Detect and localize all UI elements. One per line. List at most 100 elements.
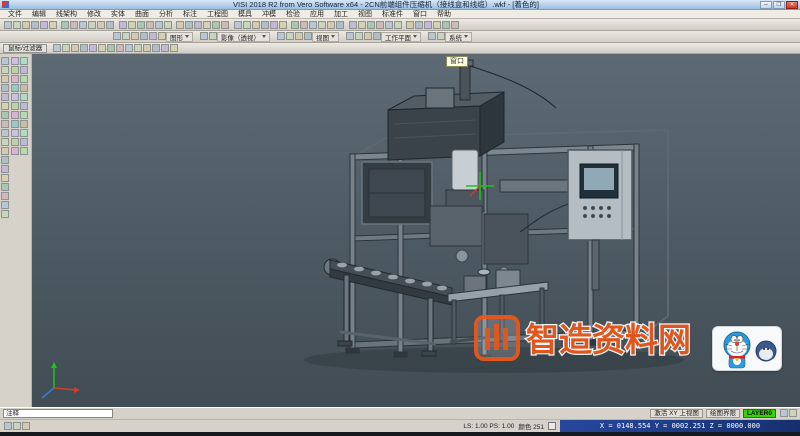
window-select-icon[interactable] [1, 66, 9, 74]
rotate-view-icon[interactable] [176, 21, 184, 29]
mouse-select-icon[interactable] [53, 44, 61, 52]
view-tools-icon[interactable] [1, 183, 9, 191]
analysis-tools-icon[interactable] [1, 174, 9, 182]
menu-item-6[interactable]: 分析 [154, 10, 178, 19]
draw-spline-icon[interactable] [349, 21, 357, 29]
filter-line-icon[interactable] [71, 44, 79, 52]
point-snap-icon[interactable] [252, 21, 260, 29]
undo-icon[interactable] [79, 21, 87, 29]
filter-curve-icon[interactable] [89, 44, 97, 52]
wireframe-mode-icon[interactable] [203, 21, 211, 29]
select-all-icon[interactable] [106, 21, 114, 29]
workplane-xy-icon[interactable] [346, 32, 354, 40]
active-layer-badge[interactable]: LAYER0 [743, 409, 776, 418]
perspective-toggle-icon[interactable] [209, 32, 217, 40]
extrude-solid-icon[interactable] [11, 57, 19, 65]
workplane-xz-icon[interactable] [355, 32, 363, 40]
fillet-entity-icon[interactable] [442, 21, 450, 29]
print-icon[interactable] [31, 21, 39, 29]
save-file-icon[interactable] [22, 21, 30, 29]
draft-face-icon[interactable] [11, 120, 19, 128]
active-color-chip[interactable] [548, 422, 556, 430]
boolean-intersect-icon[interactable] [20, 84, 28, 92]
scale-entity-icon[interactable] [406, 21, 414, 29]
draw-line-icon[interactable] [300, 21, 308, 29]
entity-visibility-icon[interactable] [131, 32, 139, 40]
offset-surface-icon[interactable] [20, 129, 28, 137]
rotate-entity-icon[interactable] [394, 21, 402, 29]
filter-arc-icon[interactable] [80, 44, 88, 52]
layer-manager-icon[interactable] [234, 21, 242, 29]
ortho-indicator-icon[interactable] [22, 422, 30, 430]
shaded-render-icon[interactable] [200, 32, 208, 40]
system-options-icon[interactable] [428, 32, 436, 40]
pointer-select-icon[interactable] [1, 57, 9, 65]
boss-feature-icon[interactable] [11, 111, 19, 119]
patch-surface-icon[interactable] [11, 138, 19, 146]
line-style-icon[interactable] [789, 409, 797, 417]
render-tools-icon[interactable] [1, 192, 9, 200]
system-group-dropdown[interactable]: 系统 [445, 32, 472, 42]
solid-chamfer-icon[interactable] [20, 93, 28, 101]
menu-item-12[interactable]: 应用 [305, 10, 329, 19]
grid-snap-icon[interactable] [243, 21, 251, 29]
filter-solid-icon[interactable] [107, 44, 115, 52]
macro-tools-icon[interactable] [1, 201, 9, 209]
boolean-subtract-icon[interactable] [11, 84, 19, 92]
cut-icon[interactable] [49, 21, 57, 29]
isolate-icon[interactable] [158, 32, 166, 40]
solid-tools-icon[interactable] [1, 102, 9, 110]
delete-icon[interactable] [97, 21, 105, 29]
views-group-dropdown[interactable]: 视图 [312, 32, 339, 42]
assembly-tools-icon[interactable] [1, 120, 9, 128]
refresh-view-icon[interactable] [185, 21, 193, 29]
menu-item-5[interactable]: 曲面 [130, 10, 154, 19]
midpoint-snap-icon[interactable] [261, 21, 269, 29]
menu-item-11[interactable]: 检验 [281, 10, 305, 19]
surface-tools-icon[interactable] [1, 93, 9, 101]
move-entity-icon[interactable] [385, 21, 393, 29]
menu-item-4[interactable]: 实体 [106, 10, 130, 19]
hole-feature-icon[interactable] [11, 102, 19, 110]
filter-layer-icon[interactable] [143, 44, 151, 52]
hidden-line-mode-icon[interactable] [212, 21, 220, 29]
cap-holes-icon[interactable] [11, 147, 19, 155]
paste-icon[interactable] [70, 21, 78, 29]
zoom-fit-icon[interactable] [146, 21, 154, 29]
offset-entity-icon[interactable] [367, 21, 375, 29]
menu-item-10[interactable]: 冲模 [257, 10, 281, 19]
filter-point-icon[interactable] [62, 44, 70, 52]
option-tools-icon[interactable] [1, 210, 9, 218]
graphics-group-dropdown[interactable]: 图形 [166, 32, 193, 42]
loft-solid-icon[interactable] [20, 66, 28, 74]
extend-entity-icon[interactable] [433, 21, 441, 29]
maximize-button[interactable]: ❐ [773, 1, 785, 9]
document-properties-icon[interactable] [437, 32, 445, 40]
view-isometric-icon[interactable] [304, 32, 312, 40]
menu-item-16[interactable]: 窗口 [408, 10, 432, 19]
draw-circle-icon[interactable] [318, 21, 326, 29]
render-group-dropdown[interactable]: 影像（透视） [217, 32, 270, 42]
thicken-surface-icon[interactable] [11, 129, 19, 137]
draw-tools-icon[interactable] [1, 75, 9, 83]
sweep-solid-icon[interactable] [11, 66, 19, 74]
view-top-icon[interactable] [277, 32, 285, 40]
trim-entity-icon[interactable] [424, 21, 432, 29]
show-all-icon[interactable] [149, 32, 157, 40]
filter-none-icon[interactable] [170, 44, 178, 52]
center-snap-icon[interactable] [279, 21, 287, 29]
close-button[interactable]: ✕ [786, 1, 798, 9]
annotation-tools-icon[interactable] [1, 138, 9, 146]
zoom-previous-icon[interactable] [155, 21, 163, 29]
print-preview-icon[interactable] [40, 21, 48, 29]
menu-item-8[interactable]: 工程图 [202, 10, 233, 19]
modify-tools-icon[interactable] [1, 84, 9, 92]
drawing-limits-button[interactable]: 绘图界限 [706, 409, 740, 418]
pan-view-icon[interactable] [164, 21, 172, 29]
draw-arc-icon[interactable] [309, 21, 317, 29]
layer-tools-icon[interactable] [1, 147, 9, 155]
selection-filter-icon[interactable] [113, 32, 121, 40]
revolve-solid-icon[interactable] [20, 57, 28, 65]
zoom-in-icon[interactable] [128, 21, 136, 29]
layer-options-icon[interactable] [780, 409, 788, 417]
